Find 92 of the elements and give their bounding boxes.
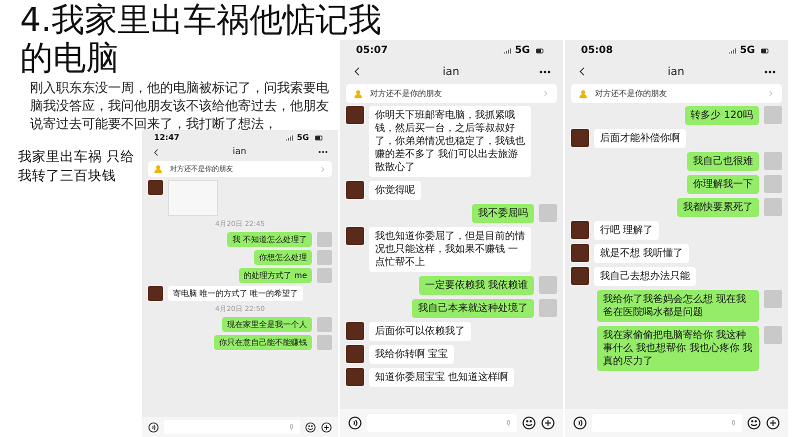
avatar (539, 299, 557, 317)
avatar (346, 181, 364, 199)
add-icon[interactable] (766, 416, 780, 430)
avatar (317, 268, 332, 283)
message-input[interactable] (164, 420, 300, 434)
avatar (764, 175, 782, 193)
message-bubble: 后面你可以依赖我了 (369, 322, 471, 341)
message-bubble: 转多少 120吗 (684, 106, 759, 125)
add-icon[interactable] (321, 422, 332, 432)
message-bubble: 我自己本来就这种处境了 (412, 299, 534, 318)
message-bubble: 你明天下班邮寄电脑，我抓紧哦钱，然后买一台，之后等叔叔好了，你弟弟情况也稳定了，我钱也赚的差不多了 我们可以出去旅游散散心了 (369, 106, 531, 177)
microphone-icon (730, 418, 737, 428)
friend-notice-banner[interactable]: 对方还不是你的朋友 (346, 84, 557, 103)
network-label: 5G (296, 133, 309, 142)
message-bubble: 我在家偷偷把电脑寄给你 我这种事什么 我也想帮你 我也心疼你 我真的尽力了 (597, 326, 759, 371)
message-bubble: 就是不想 我听懂了 (594, 244, 690, 263)
message-bubble: 你只在意自己能不能赚钱 (214, 335, 312, 350)
avatar (148, 180, 163, 195)
microphone-icon (288, 422, 295, 432)
avatar (764, 326, 782, 344)
avatar (764, 290, 782, 308)
avatar (539, 276, 557, 294)
message-input[interactable] (367, 414, 517, 432)
person-icon (154, 164, 164, 174)
message-bubble: 我自己去想办法只能 (594, 267, 696, 286)
avatar (346, 227, 364, 245)
avatar (764, 106, 782, 124)
emoji-icon[interactable] (747, 416, 761, 430)
slide-title: 的电脑 (19, 40, 119, 76)
signal-icon (726, 46, 737, 54)
message-bubble: 我都快要累死了 (677, 198, 759, 217)
person-icon (354, 88, 364, 98)
avatar (764, 198, 782, 216)
microphone-icon (505, 418, 512, 428)
avatar (346, 106, 364, 124)
voice-icon[interactable] (573, 416, 587, 430)
avatar (317, 250, 332, 265)
message-bubble: 寄电脑 唯一的方式了 唯一的希望了 (168, 286, 304, 301)
message-input[interactable] (592, 414, 742, 432)
contact-name: ian (442, 65, 460, 78)
person-icon (579, 88, 589, 98)
message-bubble: 一定要依赖我 我依赖谁 (418, 276, 534, 295)
avatar (346, 322, 364, 340)
message-bubble: 现在家里全是我一个人 (222, 317, 312, 332)
message-bubble: 你想怎么处理 (254, 250, 312, 265)
voice-icon[interactable] (148, 422, 159, 432)
status-time: 05:07 (356, 45, 388, 56)
network-label: 5G (740, 45, 755, 56)
message-bubble: 后面才能补偿你啊 (594, 129, 686, 148)
screenshot-thumbnail[interactable] (168, 180, 218, 216)
side-note: 我家里出车祸 只给我转了三百块钱 (18, 148, 136, 186)
chevron-icon (542, 90, 549, 97)
avatar (764, 152, 782, 170)
avatar (571, 267, 589, 285)
avatar (539, 204, 557, 222)
slide-title: 4.我家里出车祸他惦记我 (19, 0, 382, 40)
avatar (148, 286, 163, 301)
description-paragraph: 刚入职东东没一周，他的电脑被标记了，问我索要电脑我没答应，我问他朋友该不该给他寄过去，他朋友说寄过去可能要不回来了，我打断了想法， (30, 80, 330, 134)
status-time: 05:08 (581, 45, 613, 56)
add-icon[interactable] (541, 416, 555, 430)
message-bubble: 行吧 理解了 (594, 221, 660, 240)
message-bubble: 我也知道你委屈了，但是目前的情况也只能这样，我如果不赚钱 一点忙帮不上 (369, 227, 531, 272)
avatar (571, 244, 589, 262)
friend-notice-banner[interactable]: 对方还不是你的朋友 (571, 84, 782, 103)
emoji-icon[interactable] (305, 422, 316, 432)
avatar (317, 335, 332, 350)
message-bubble: 我 不知道怎么处理了 (227, 232, 312, 247)
avatar (346, 368, 364, 386)
avatar (317, 232, 332, 247)
chevron-icon (767, 90, 774, 97)
back-icon[interactable] (152, 148, 161, 156)
avatar (346, 345, 364, 363)
status-time: 12:47 (154, 133, 180, 142)
message-bubble: 我给你了我爸妈会怎么想 现在我爸在医院喝水都是问题 (597, 290, 759, 322)
voice-icon[interactable] (348, 416, 362, 430)
chevron-icon (319, 166, 326, 172)
contact-name: ian (232, 147, 246, 157)
emoji-icon[interactable] (522, 416, 536, 430)
signal-icon (502, 46, 512, 54)
message-bubble: 你理解我一下 (687, 175, 759, 194)
message-bubble: 我自己也很难 (687, 152, 759, 171)
network-label: 5G (514, 45, 530, 56)
avatar (571, 129, 589, 147)
avatar (317, 317, 332, 332)
message-bubble: 我给你转啊 宝宝 (369, 345, 454, 364)
message-bubble: 我不委屈吗 (472, 204, 534, 223)
message-bubble: 的处理方式了 me (238, 268, 312, 283)
message-bubble: 你觉得呢 (369, 181, 421, 200)
message-bubble: 知道你委屈宝宝 也知道这样啊 (369, 368, 514, 387)
avatar (571, 221, 589, 239)
signal-icon (284, 134, 294, 142)
contact-name: ian (668, 65, 684, 78)
